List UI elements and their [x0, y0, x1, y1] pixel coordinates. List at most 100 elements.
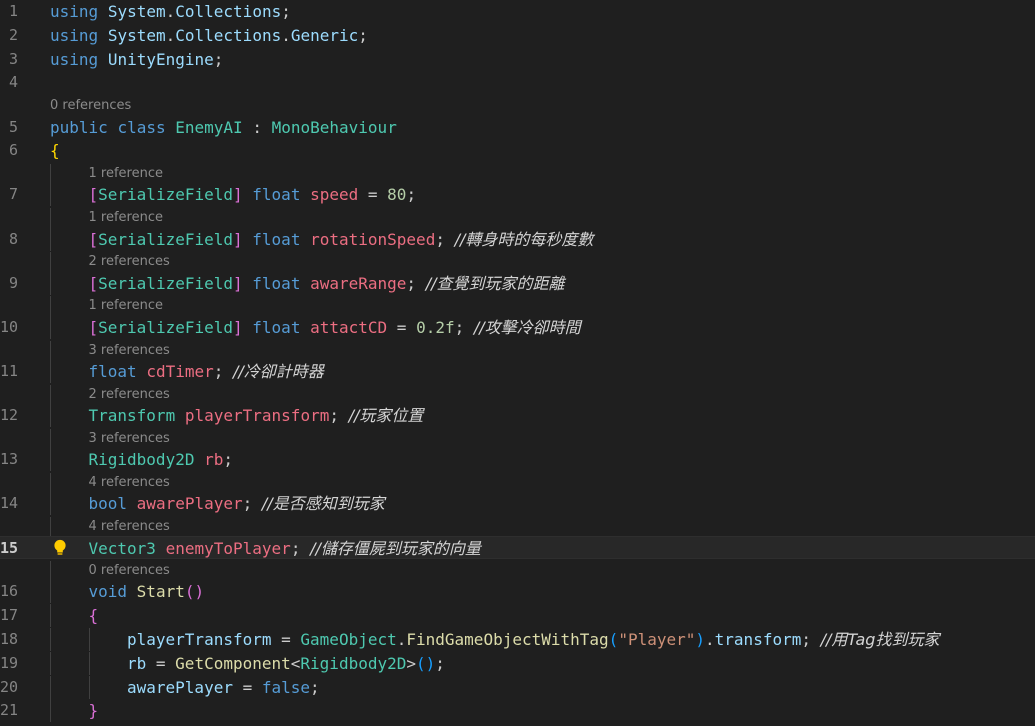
code-line[interactable]: 7 [SerializeField] float speed = 80; [0, 183, 1035, 207]
code-token: ] [233, 317, 243, 337]
codelens-references[interactable]: 1 reference [0, 164, 1035, 185]
code-line-current[interactable]: 15 Vector3 enemyToPlayer; //儲存僵屍到玩家的向量 [0, 536, 1035, 560]
codelens-references[interactable]: 2 references [0, 252, 1035, 273]
code-token: float [88, 361, 137, 381]
code-token: float [252, 273, 301, 293]
code-editor[interactable]: 1 using System.Collections; 2 using System.… [0, 0, 1035, 726]
code-line[interactable]: 17 { [0, 604, 1035, 628]
code-line[interactable]: 2 using System.Collections.Generic; [0, 24, 1035, 47]
codelens-references[interactable]: 3 references [0, 340, 1035, 361]
codelens-references[interactable]: 0 references [0, 561, 1035, 581]
code-line[interactable]: 18 playerTransform = GameObject.FindGameO… [0, 627, 1035, 651]
code-line[interactable]: 14 bool awarePlayer; //是否感知到玩家 [0, 492, 1035, 516]
code-line[interactable]: 16 void Start() [0, 580, 1035, 604]
indent-guide [89, 675, 90, 699]
codelens-references[interactable]: 1 reference [0, 208, 1035, 229]
code-token: = [358, 185, 388, 205]
code-line[interactable]: 20 awarePlayer = false; [0, 675, 1035, 699]
code-token: { [50, 141, 60, 161]
codelens-references[interactable]: 2 references [0, 384, 1035, 405]
code-text: [SerializeField] float attactCD = 0.2f; … [89, 316, 581, 339]
code-token: EnemyAI [175, 117, 243, 137]
comment-token: //用Tag找到玩家 [820, 629, 940, 649]
indent-guide [50, 516, 51, 537]
indent-guide [50, 604, 51, 628]
codelens-label[interactable]: 3 references [89, 341, 170, 361]
codelens-references[interactable]: 1 reference [0, 296, 1035, 317]
codelens-label[interactable]: 1 reference [89, 296, 163, 316]
code-token: ) [695, 629, 706, 649]
indent-guide [50, 315, 51, 339]
codelens-label[interactable]: 4 references [89, 517, 170, 537]
code-line[interactable]: 19 rb = GetComponent<Rigidbody2D>(); [0, 651, 1035, 675]
code-token: float [252, 317, 301, 337]
lightbulb-icon[interactable] [53, 539, 67, 557]
code-token: SerializeField [98, 317, 233, 337]
code-token: < [290, 653, 301, 673]
code-token: . [396, 629, 407, 649]
code-line[interactable]: 1 using System.Collections; [0, 0, 1035, 23]
code-token: Collections [175, 2, 282, 21]
code-line[interactable]: 6{ [0, 139, 1035, 162]
indent-guide [50, 252, 51, 273]
code-line[interactable]: 8 [SerializeField] float rotationSpeed; /… [0, 227, 1035, 251]
codelens-label[interactable]: 1 reference [89, 164, 163, 184]
code-token: playerTransform [184, 405, 330, 425]
codelens-label[interactable]: 1 reference [89, 208, 163, 228]
code-token: enemyToPlayer [165, 539, 291, 559]
code-line[interactable]: 10 [SerializeField] float attactCD = 0.2f… [0, 315, 1035, 339]
codelens-label[interactable]: 2 references [89, 252, 170, 272]
code-text: bool awarePlayer; //是否感知到玩家 [89, 492, 385, 515]
code-token: MonoBehaviour [271, 117, 397, 137]
codelens-references[interactable]: 4 references [0, 472, 1035, 493]
code-line[interactable]: 11 float cdTimer; //冷卻計時器 [0, 359, 1035, 383]
code-line[interactable]: 5 public class EnemyAI : MonoBehaviour [0, 116, 1035, 139]
code-text: { [89, 604, 99, 627]
code-text: { [50, 139, 60, 162]
codelens-references[interactable]: 0 references [0, 96, 1035, 116]
code-line[interactable]: 3 using UnityEngine; [0, 48, 1035, 71]
code-token: bool [88, 494, 128, 514]
code-token: ; [213, 361, 234, 381]
code-line[interactable]: 4 [0, 71, 1035, 94]
code-token: . [281, 25, 291, 45]
code-line[interactable]: 9 [SerializeField] float awareRange; //查覺… [0, 271, 1035, 295]
code-token: Rigidbody2D [88, 450, 195, 469]
code-token: transform [714, 629, 802, 649]
code-token: ; [801, 629, 821, 649]
codelens-label[interactable]: 0 references [50, 96, 131, 116]
line-number: 18 [0, 629, 19, 648]
code-token: = [232, 677, 262, 697]
code-token: using [50, 25, 99, 45]
codelens-references[interactable]: 4 references [0, 516, 1035, 537]
line-number: 10 [0, 317, 19, 336]
code-token: float [252, 185, 301, 205]
codelens-label[interactable]: 3 references [89, 429, 170, 449]
indent-guide [50, 208, 51, 229]
code-token: Collections [175, 25, 282, 45]
codelens-references[interactable]: 3 references [0, 428, 1035, 449]
comment-token: //轉身時的每秒度數 [454, 229, 594, 249]
indent-guide [89, 627, 90, 651]
codelens-label[interactable]: 2 references [89, 385, 170, 405]
code-token: = [271, 629, 301, 649]
line-number: 2 [8, 25, 18, 44]
codelens-label[interactable]: 4 references [89, 473, 170, 493]
code-token: Start [136, 582, 185, 602]
line-number: 11 [0, 361, 19, 380]
indent-guide [50, 561, 51, 581]
code-token: Vector3 [88, 539, 156, 559]
codelens-label[interactable]: 0 references [89, 561, 170, 581]
code-line[interactable]: 12 Transform playerTransform; //玩家位置 [0, 403, 1035, 427]
code-token: 80 [387, 185, 407, 205]
code-token: SerializeField [98, 229, 233, 249]
code-line[interactable]: 13 Rigidbody2D rb; [0, 448, 1035, 471]
code-token: UnityEngine [107, 49, 214, 69]
code-token: ; [213, 49, 224, 69]
code-line[interactable]: 21} [0, 699, 1035, 723]
code-token: ; [223, 450, 234, 469]
code-token: = [146, 653, 176, 673]
